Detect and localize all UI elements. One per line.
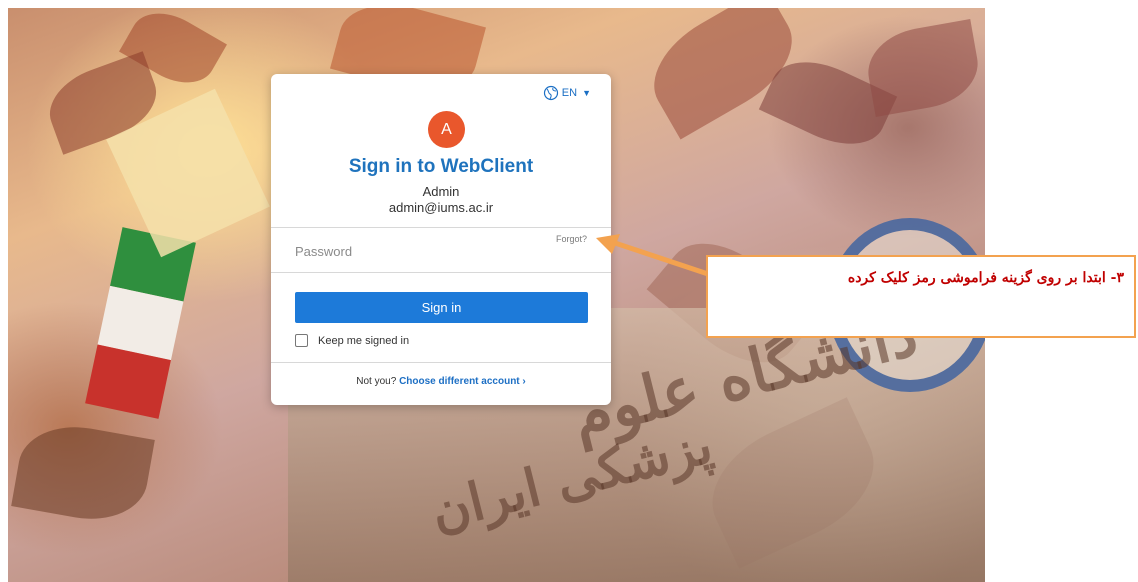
chevron-down-icon: ▼ — [582, 88, 591, 98]
divider — [271, 272, 611, 273]
divider — [271, 227, 611, 228]
user-email: admin@iums.ac.ir — [388, 200, 494, 215]
sign-in-button[interactable]: Sign in — [295, 292, 588, 323]
avatar: A — [428, 111, 465, 148]
not-you-text: Not you? — [356, 376, 397, 387]
language-label: EN — [561, 87, 578, 99]
page-title: Sign in to WebClient — [348, 156, 534, 177]
keep-signed-in-label: Keep me signed in — [318, 334, 410, 347]
annotation-callout: ۳- ابتدا بر روی گزینه فراموشی رمز کلیک ک… — [706, 255, 1136, 338]
keep-signed-in-checkbox[interactable] — [295, 334, 308, 347]
annotation-arrow — [596, 234, 709, 277]
language-selector[interactable]: EN ▼ — [543, 85, 591, 101]
login-card: EN ▼ A Sign in to WebClient Admin admin@… — [271, 74, 611, 405]
globe-icon — [543, 85, 558, 101]
account-switch-row: Not you? Choose different account › — [271, 376, 611, 387]
user-name: Admin — [422, 184, 460, 199]
annotation-text: ۳- ابتدا بر روی گزینه فراموشی رمز کلیک ک… — [847, 270, 1124, 286]
password-field[interactable] — [293, 238, 517, 264]
choose-account-link[interactable]: Choose different account › — [399, 376, 526, 387]
keep-signed-in-option[interactable]: Keep me signed in — [295, 334, 409, 347]
divider — [271, 362, 611, 363]
forgot-password-link[interactable]: Forgot? — [556, 234, 587, 244]
